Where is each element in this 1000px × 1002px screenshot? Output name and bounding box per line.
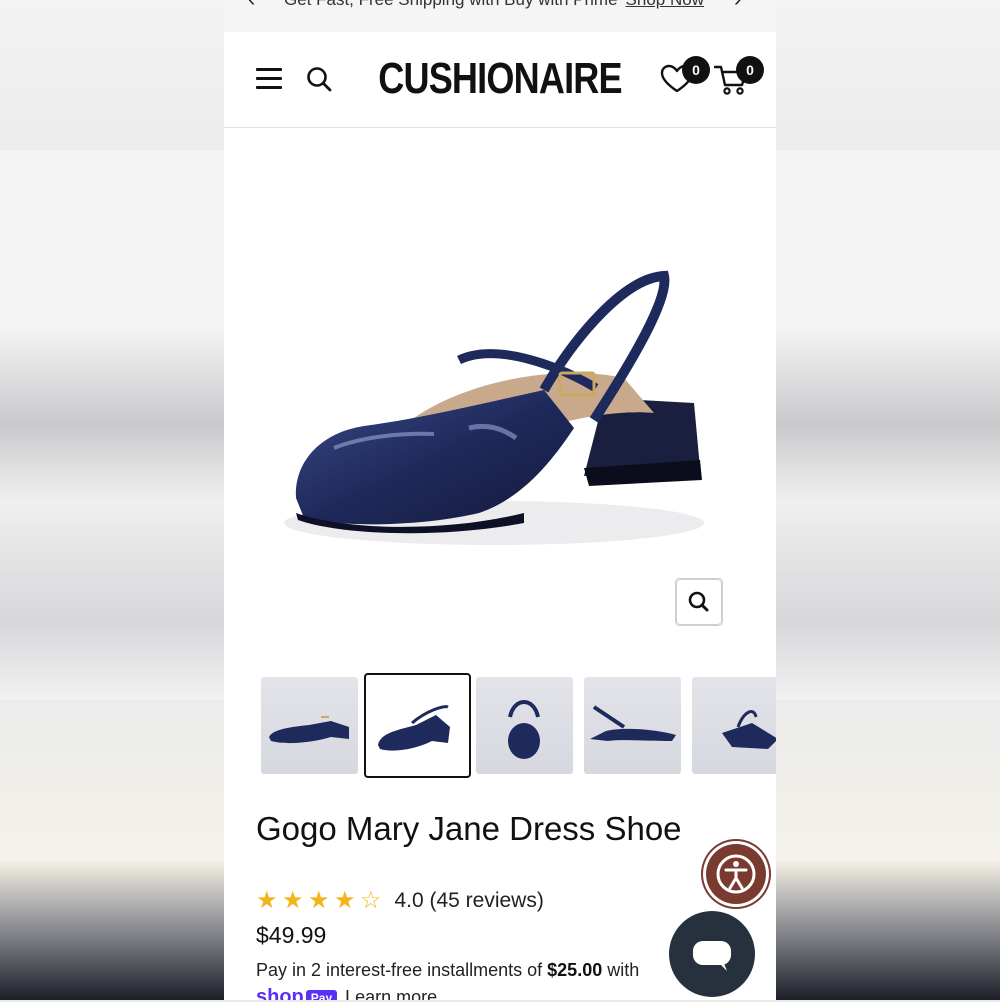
star-full-icon: ★ xyxy=(256,887,278,914)
product-price: $49.99 xyxy=(256,922,327,948)
product-rating[interactable]: ★ ★ ★ ★ ☆ 4.0 (45 reviews) xyxy=(256,886,544,914)
shop-pay-badge: Pay xyxy=(305,990,338,1000)
star-full-icon: ★ xyxy=(282,887,304,914)
brand-logo[interactable]: CUSHIONAIRE xyxy=(274,54,727,104)
thumbnail-strip xyxy=(261,673,776,778)
learn-more-link[interactable]: Learn more xyxy=(345,987,437,1000)
accessibility-icon[interactable] xyxy=(706,844,766,904)
product-title: Gogo Mary Jane Dress Shoe xyxy=(256,810,682,847)
installment-amount: $25.00 xyxy=(547,960,603,980)
thumbnail-5[interactable] xyxy=(692,677,776,774)
chevron-left-icon[interactable]: ‹ xyxy=(248,0,255,12)
chat-bubble-icon[interactable] xyxy=(669,911,755,997)
thumbnail-4[interactable] xyxy=(584,677,681,774)
star-empty-icon: ☆ xyxy=(360,887,382,914)
wishlist-count-badge: 0 xyxy=(682,56,710,84)
cart-count-badge: 0 xyxy=(736,56,764,84)
mobile-page: ‹ Get Fast, Free Shipping with Buy with … xyxy=(224,0,776,1000)
installments-prefix: Pay in 2 interest-free installments of xyxy=(256,960,543,980)
shop-pay-line: shop Pay Learn more xyxy=(256,986,437,1000)
star-full-icon: ★ xyxy=(334,887,356,914)
star-full-icon: ★ xyxy=(308,887,330,914)
site-header: CUSHIONAIRE 0 0 xyxy=(224,32,776,128)
shop-now-link[interactable]: Shop Now xyxy=(626,0,704,9)
thumbnail-2[interactable] xyxy=(364,673,471,778)
announcement-bar: ‹ Get Fast, Free Shipping with Buy with … xyxy=(224,0,776,32)
rating-text[interactable]: 4.0 (45 reviews) xyxy=(394,889,543,912)
chevron-right-icon[interactable]: › xyxy=(734,0,741,12)
magnifier-icon[interactable] xyxy=(675,578,723,626)
announcement-message: Get Fast, Free Shipping with Buy with Pr… xyxy=(284,0,618,9)
shop-pay-logo: shop xyxy=(256,986,304,1000)
thumbnail-3[interactable] xyxy=(476,677,573,774)
announcement-text: Get Fast, Free Shipping with Buy with Pr… xyxy=(284,0,704,10)
thumbnail-1[interactable] xyxy=(261,677,358,774)
installments-suffix: with xyxy=(607,960,640,980)
installments-text: Pay in 2 interest-free installments of $… xyxy=(256,960,639,981)
